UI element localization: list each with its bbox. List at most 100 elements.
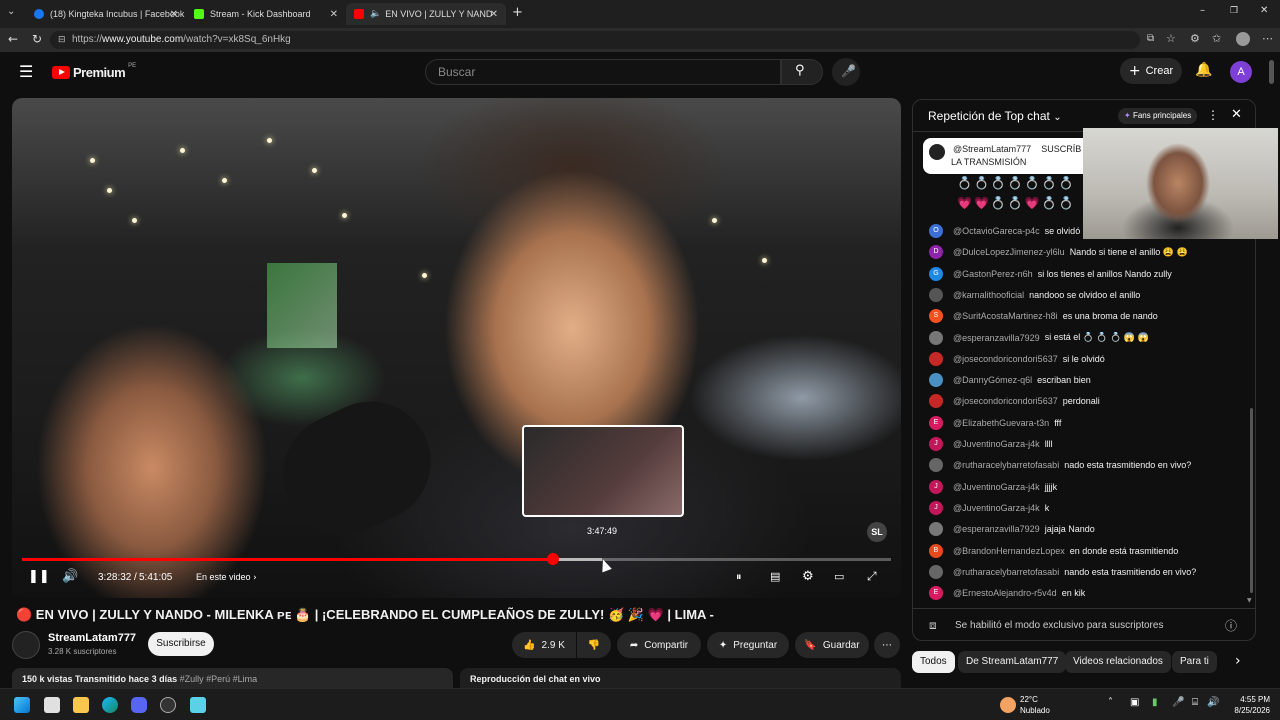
description-tags[interactable]: #Zully #Perú #Lima xyxy=(180,674,258,684)
chat-message[interactable]: B @BrandonHernandezLopex en donde está tra… xyxy=(929,542,1178,560)
favorite-star-icon[interactable]: ☆ xyxy=(1166,32,1176,45)
chat-author[interactable]: @karnalithooficial xyxy=(953,290,1024,300)
chat-avatar[interactable] xyxy=(929,522,943,537)
speaker-icon[interactable]: 🔈 xyxy=(370,9,381,19)
maximize-icon[interactable]: ❐ xyxy=(1230,6,1238,16)
chat-message[interactable]: @esperanzavilla7929 jajaja Nando xyxy=(929,520,1095,538)
chat-author[interactable]: @esperanzavilla7929 xyxy=(953,333,1040,343)
chat-author[interactable]: @josecondoricondori5637 xyxy=(953,354,1058,364)
reload-icon[interactable]: ↻ xyxy=(32,32,42,46)
chat-avatar[interactable]: E xyxy=(929,415,943,430)
chat-message[interactable]: @esperanzavilla7929 si está el 💍 💍 💍 😱 😱 xyxy=(929,329,1149,347)
chips-next-icon[interactable]: › xyxy=(1235,653,1241,669)
chat-message[interactable]: @rutharacelybarretofasabi nado esta trasm… xyxy=(929,456,1191,474)
chip-from-channel[interactable]: De StreamLatam777 xyxy=(958,651,1067,673)
settings-gear-icon[interactable]: ⚙ xyxy=(802,569,814,584)
speaker-tray-icon[interactable]: 🔊 xyxy=(1207,697,1219,708)
discord-icon[interactable] xyxy=(131,697,147,713)
page-scrollbar[interactable] xyxy=(1269,60,1274,84)
weather-icon[interactable] xyxy=(1000,697,1016,713)
chat-scrollbar[interactable] xyxy=(1250,408,1253,593)
system-clock[interactable]: 4:55 PM 8/25/2026 xyxy=(1222,694,1270,716)
channel-watermark[interactable]: SL xyxy=(867,522,887,542)
save-button[interactable]: 🔖 Guardar xyxy=(795,632,869,658)
chat-message[interactable]: E @ElizabethGuevara-t3n fff xyxy=(929,414,1061,432)
minimize-icon[interactable]: – xyxy=(1200,5,1205,16)
volume-icon[interactable]: 🔊 xyxy=(62,569,78,584)
weather-widget[interactable]: 22°C Nublado xyxy=(1020,694,1050,716)
chat-author[interactable]: @ErnestoAlejandro-r5v4d xyxy=(953,588,1057,598)
in-video-chapters-button[interactable]: En este video › xyxy=(196,572,257,583)
dislike-button[interactable]: 👎 xyxy=(577,632,611,658)
task-view-icon[interactable] xyxy=(44,697,60,713)
chat-author[interactable]: @ElizabethGuevara-t3n xyxy=(953,418,1049,428)
chat-message[interactable]: E @ErnestoAlejandro-r5v4d en kik xyxy=(929,584,1085,602)
chat-message[interactable]: S @SuritAcostaMartinez-h8i es una broma de… xyxy=(929,307,1158,325)
chat-avatar[interactable]: E xyxy=(929,586,943,601)
channel-avatar[interactable] xyxy=(12,631,40,659)
chat-message[interactable]: @rutharacelybarretofasabi nando esta tras… xyxy=(929,563,1196,581)
close-window-icon[interactable]: ✕ xyxy=(1260,5,1268,16)
chat-author[interactable]: @BrandonHernandezLopex xyxy=(953,546,1065,556)
network-icon[interactable]: ⌸ xyxy=(1192,697,1198,708)
chat-message[interactable]: @josecondoricondori5637 si le olvidó xyxy=(929,350,1105,368)
edge-browser-icon[interactable] xyxy=(102,697,118,713)
tab-youtube[interactable]: 🔈 EN VIVO | ZULLY Y NAND ✕ xyxy=(346,3,506,25)
tab-facebook[interactable]: (18) Kingteka Incubus | Facebook ✕ xyxy=(26,3,186,25)
chat-avatar[interactable]: O xyxy=(929,224,943,238)
chat-message[interactable]: G @GastonPerez-n6h si los tienes el anillo… xyxy=(929,265,1172,283)
more-icon[interactable]: ⋯ xyxy=(1262,32,1273,45)
tray-overflow-icon[interactable]: ˄ xyxy=(1108,697,1113,708)
fullscreen-icon[interactable]: ⤢ xyxy=(867,569,877,584)
chat-avatar[interactable]: G xyxy=(929,266,943,281)
chat-author[interactable]: @GastonPerez-n6h xyxy=(953,269,1033,279)
chat-avatar[interactable]: B xyxy=(929,543,943,558)
chat-avatar[interactable] xyxy=(929,458,943,473)
chat-avatar[interactable] xyxy=(929,351,943,366)
video-player[interactable]: 3:47:49 SL ❚❚ 🔊 3:28:32 / 5:41:05 En est… xyxy=(12,98,901,598)
site-info-icon[interactable]: ⊟ xyxy=(58,31,66,49)
new-tab-icon[interactable]: + xyxy=(512,5,523,20)
autoplay-toggle-icon[interactable]: ⏸ xyxy=(736,570,742,584)
chip-for-you[interactable]: Para ti xyxy=(1172,651,1217,673)
theater-mode-icon[interactable]: ▭ xyxy=(834,570,844,583)
tray-app-icon[interactable]: ▣ xyxy=(1130,697,1139,708)
chat-message[interactable]: J @JuventinoGarza-j4k jjjjk xyxy=(929,478,1057,496)
chat-avatar[interactable] xyxy=(929,287,943,302)
close-icon[interactable]: ✕ xyxy=(490,9,498,20)
search-input[interactable]: Buscar xyxy=(425,59,781,85)
subscribe-button[interactable]: Suscribirse xyxy=(148,632,214,656)
chat-author[interactable]: @DannyGómez-q6l xyxy=(953,375,1032,385)
chat-mode-dropdown[interactable]: Repetición de Top chat ⌄ xyxy=(928,109,1062,123)
info-icon[interactable]: ⓘ xyxy=(1225,617,1237,634)
mic-tray-icon[interactable]: 🎤 xyxy=(1172,697,1184,708)
chat-message[interactable]: @DannyGómez-q6l escriban bien xyxy=(929,371,1091,389)
chat-message[interactable]: O @OctavioGareca-p4c se olvidó xyxy=(929,222,1080,240)
youtube-logo[interactable]: Premium PE xyxy=(52,63,136,80)
search-button[interactable]: ⚲ xyxy=(781,59,823,85)
chat-author[interactable]: @JuventinoGarza-j4k xyxy=(953,503,1040,513)
more-actions-button[interactable]: ⋯ xyxy=(874,632,900,658)
chat-author[interactable]: @DulceLopezJimenez-yl6lu xyxy=(953,247,1065,257)
close-icon[interactable]: ✕ xyxy=(170,9,178,20)
chat-avatar[interactable] xyxy=(929,394,943,409)
scroll-down-icon[interactable]: ▼ xyxy=(1247,597,1252,604)
account-avatar[interactable]: A xyxy=(1230,61,1252,83)
profile-icon[interactable] xyxy=(1236,32,1250,46)
chat-replay-box[interactable]: Reproducción del chat en vivo xyxy=(460,668,901,688)
chat-message[interactable]: J @JuventinoGarza-j4k llll xyxy=(929,435,1053,453)
chat-author[interactable]: @esperanzavilla7929 xyxy=(953,524,1040,534)
chat-avatar[interactable] xyxy=(929,330,943,345)
pause-icon[interactable]: ❚❚ xyxy=(28,569,50,584)
top-fans-button[interactable]: ✦ Fans principales xyxy=(1118,108,1198,124)
voice-search-button[interactable]: 🎤 xyxy=(832,58,860,86)
notepad-icon[interactable] xyxy=(190,697,206,713)
extensions-icon[interactable]: ⚙ xyxy=(1190,32,1200,45)
chat-avatar[interactable] xyxy=(929,564,943,579)
close-icon[interactable]: ✕ xyxy=(330,9,338,20)
chat-avatar[interactable] xyxy=(929,373,943,388)
share-button[interactable]: ➦ Compartir xyxy=(617,632,701,658)
chat-avatar[interactable]: J xyxy=(929,437,943,451)
chat-message[interactable]: J @JuventinoGarza-j4k k xyxy=(929,499,1049,517)
chat-author[interactable]: @josecondoricondori5637 xyxy=(953,396,1058,406)
